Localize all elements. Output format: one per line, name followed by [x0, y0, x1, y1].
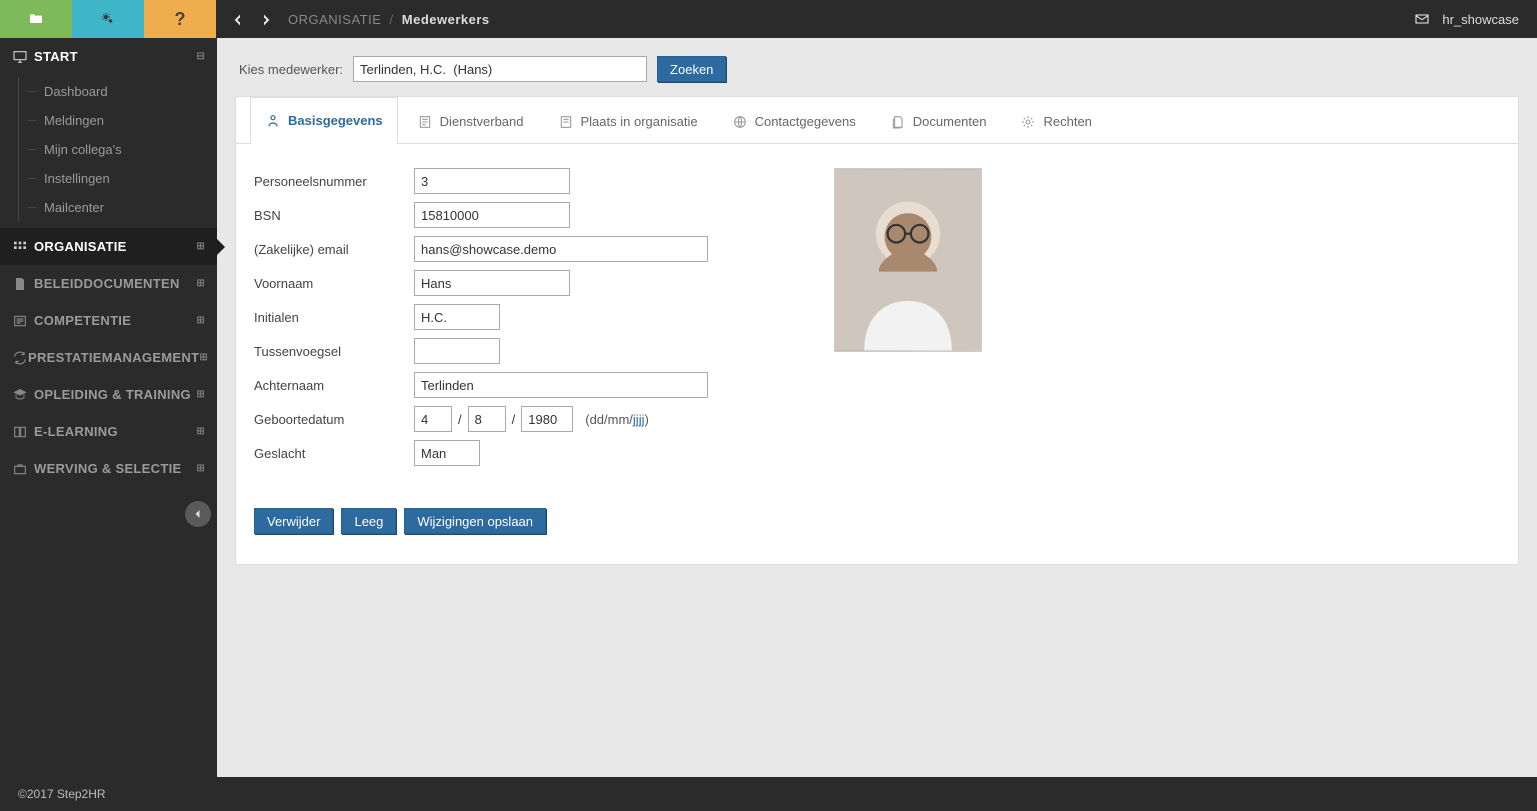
- save-button[interactable]: Wijzigingen opslaan: [404, 508, 546, 534]
- back-button[interactable]: [230, 9, 246, 30]
- employee-photo: [834, 168, 982, 352]
- book-icon: [12, 423, 34, 440]
- mail-button[interactable]: [1414, 11, 1430, 28]
- tab-basisgegevens[interactable]: Basisgegevens: [250, 97, 398, 144]
- sidebar-collapse-button[interactable]: [185, 501, 211, 527]
- settings-button[interactable]: [72, 0, 144, 38]
- refresh-icon: [12, 349, 28, 366]
- graduation-icon: [12, 386, 34, 403]
- sidebar-item-instellingen[interactable]: Instellingen: [0, 164, 217, 193]
- input-tussenvoegsel[interactable]: [414, 338, 500, 364]
- year-format-link[interactable]: jjjj: [633, 412, 645, 427]
- sidebar-section-start[interactable]: START ⊟: [0, 38, 217, 75]
- footer-text: ©2017 Step2HR: [18, 787, 106, 801]
- input-dob-day[interactable]: [414, 406, 452, 432]
- search-button[interactable]: Zoeken: [657, 56, 726, 82]
- avatar-placeholder-icon: [835, 169, 981, 351]
- tab-dienstverband[interactable]: Dienstverband: [402, 97, 539, 144]
- label-geslacht: Geslacht: [254, 446, 414, 461]
- sidebar-section-label: START: [34, 49, 196, 64]
- sidebar-item-mailcenter[interactable]: Mailcenter: [0, 193, 217, 222]
- tab-bar: Basisgegevens Dienstverband Plaats in or…: [236, 97, 1518, 144]
- sidebar-section-beleid[interactable]: BELEIDDOCUMENTEN ⊞: [0, 265, 217, 302]
- label-initialen: Initialen: [254, 310, 414, 325]
- grid-icon: [12, 238, 34, 255]
- folder-icon: [28, 11, 44, 27]
- input-dob-year[interactable]: [521, 406, 573, 432]
- sidebar-item-dashboard[interactable]: Dashboard: [0, 77, 217, 106]
- question-icon: ?: [175, 9, 186, 30]
- form-icon: [417, 113, 433, 130]
- files-icon: [890, 113, 906, 130]
- list-icon: [12, 312, 34, 329]
- globe-icon: [732, 113, 748, 130]
- sidebar-section-organisatie[interactable]: ORGANISATIE ⊞: [0, 228, 217, 265]
- footer: ©2017 Step2HR: [0, 777, 1537, 811]
- sidebar-section-prestatie[interactable]: PRESTATIEMANAGEMENT ⊞: [0, 339, 217, 376]
- arrow-left-icon: [230, 12, 246, 28]
- person-icon: [265, 112, 281, 129]
- input-achternaam[interactable]: [414, 372, 708, 398]
- main-content: Kies medewerker: Zoeken Basisgegevens Di…: [217, 38, 1537, 777]
- delete-button[interactable]: Verwijder: [254, 508, 333, 534]
- input-initialen[interactable]: [414, 304, 500, 330]
- arrow-right-icon: [258, 12, 274, 28]
- tab-plaats[interactable]: Plaats in organisatie: [543, 97, 713, 144]
- chevron-left-icon: [192, 508, 204, 520]
- sidebar-section-opleiding[interactable]: OPLEIDING & TRAINING ⊞: [0, 376, 217, 413]
- envelope-icon: [1414, 11, 1430, 27]
- monitor-icon: [12, 48, 34, 65]
- expand-icon: ⊞: [196, 241, 205, 252]
- sidebar-section-elearning[interactable]: E-LEARNING ⊞: [0, 413, 217, 450]
- dob-format-hint: (dd/mm/jjjj): [585, 412, 649, 427]
- input-bsn[interactable]: [414, 202, 570, 228]
- search-label: Kies medewerker:: [239, 62, 343, 77]
- employee-card: Basisgegevens Dienstverband Plaats in or…: [235, 96, 1519, 565]
- breadcrumb-page: Medewerkers: [402, 12, 490, 27]
- breadcrumb-section[interactable]: ORGANISATIE: [288, 12, 381, 27]
- help-button[interactable]: ?: [144, 0, 216, 38]
- gears-icon: [100, 11, 116, 27]
- input-personeelsnummer[interactable]: [414, 168, 570, 194]
- collapse-icon: ⊟: [196, 51, 205, 62]
- employee-search-input[interactable]: [353, 56, 647, 82]
- briefcase-icon: [12, 460, 34, 477]
- forward-button[interactable]: [258, 9, 274, 30]
- folder-button[interactable]: [0, 0, 72, 38]
- document-icon: [12, 275, 34, 292]
- clear-button[interactable]: Leeg: [341, 508, 396, 534]
- sidebar: START ⊟ Dashboard Meldingen Mijn collega…: [0, 38, 217, 777]
- label-personeelsnummer: Personeelsnummer: [254, 174, 414, 189]
- breadcrumb: ORGANISATIE / Medewerkers: [288, 12, 490, 27]
- sidebar-section-werving[interactable]: WERVING & SELECTIE ⊞: [0, 450, 217, 487]
- label-geboortedatum: Geboortedatum: [254, 412, 414, 427]
- label-bsn: BSN: [254, 208, 414, 223]
- input-geslacht[interactable]: [414, 440, 480, 466]
- label-tussenvoegsel: Tussenvoegsel: [254, 344, 414, 359]
- input-voornaam[interactable]: [414, 270, 570, 296]
- user-name[interactable]: hr_showcase: [1442, 12, 1519, 27]
- label-achternaam: Achternaam: [254, 378, 414, 393]
- input-dob-month[interactable]: [468, 406, 506, 432]
- org-icon: [558, 113, 574, 130]
- input-email[interactable]: [414, 236, 708, 262]
- tab-documenten[interactable]: Documenten: [875, 97, 1002, 144]
- tab-rechten[interactable]: Rechten: [1005, 97, 1106, 144]
- label-voornaam: Voornaam: [254, 276, 414, 291]
- sidebar-item-meldingen[interactable]: Meldingen: [0, 106, 217, 135]
- tab-contact[interactable]: Contactgegevens: [717, 97, 871, 144]
- gear-icon: [1020, 113, 1036, 130]
- sidebar-item-collegas[interactable]: Mijn collega's: [0, 135, 217, 164]
- top-bar: ? ORGANISATIE / Medewerkers hr_showcase: [0, 0, 1537, 38]
- sidebar-section-competentie[interactable]: COMPETENTIE ⊞: [0, 302, 217, 339]
- label-email: (Zakelijke) email: [254, 242, 414, 257]
